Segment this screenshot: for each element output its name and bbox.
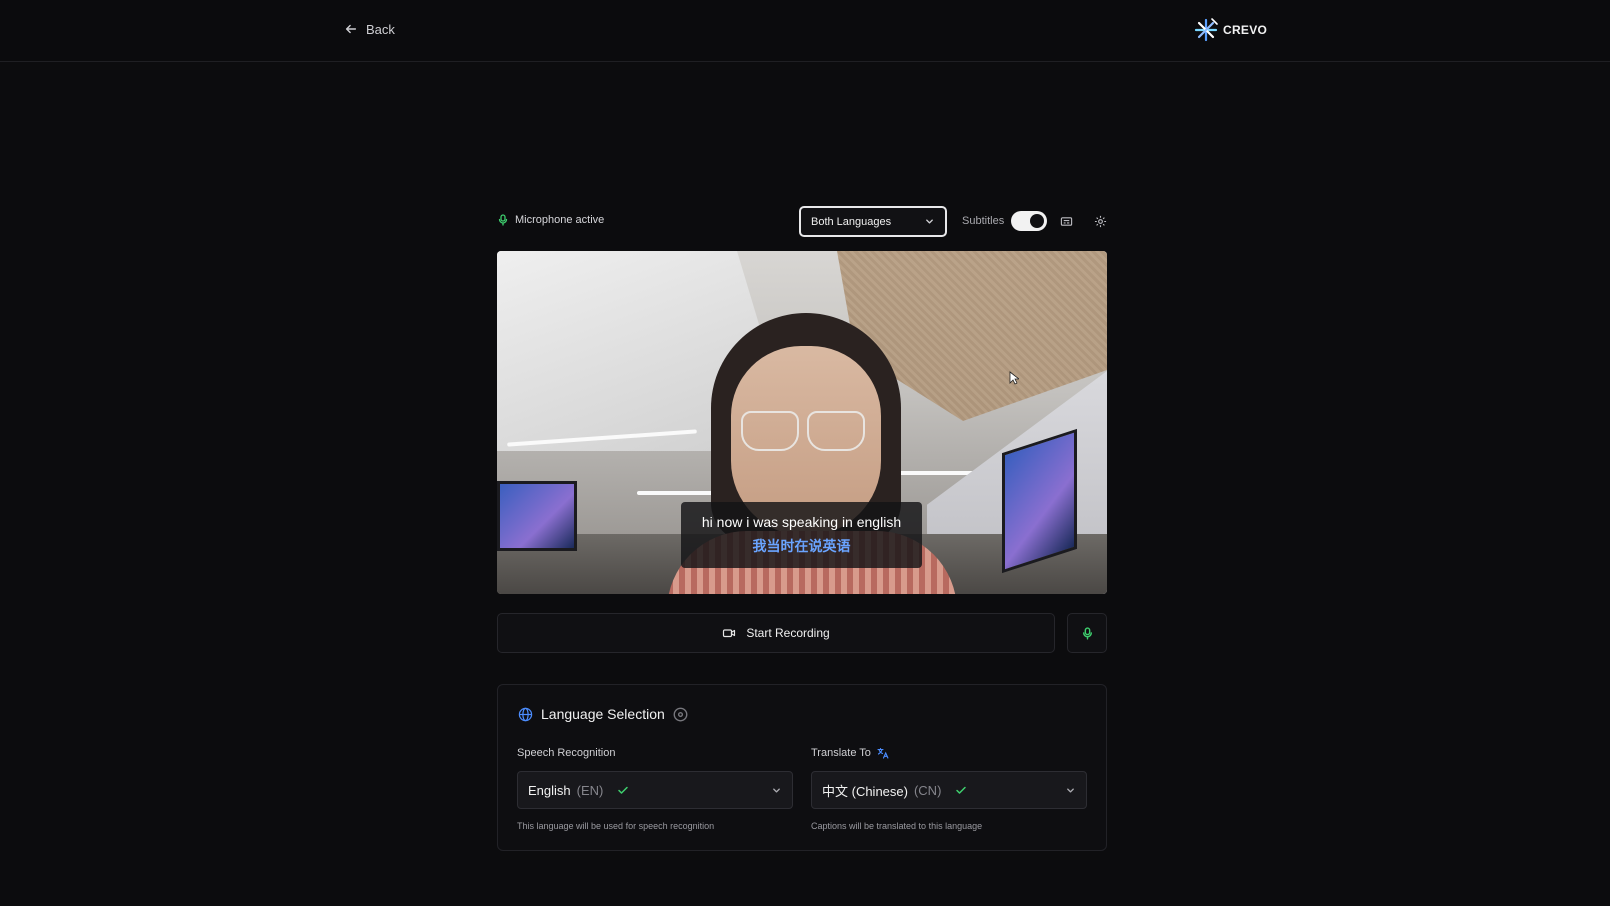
back-button[interactable]: Back <box>344 18 395 40</box>
gear-icon <box>1094 215 1106 227</box>
subtitle-mode-select[interactable]: Both Languages <box>799 206 947 237</box>
language-selection-panel: Language Selection Speech Recognition En… <box>497 684 1107 851</box>
speech-language-value: English <box>528 782 571 798</box>
captions-icon <box>1060 216 1072 226</box>
back-label: Back <box>366 21 395 37</box>
live-caption-box: hi now i was speaking in english 我当时在说英语 <box>681 502 922 568</box>
speech-language-code: (EN) <box>576 782 604 798</box>
video-controls-bar: Microphone active Both Languages Subtitl… <box>497 206 1107 238</box>
speech-recognition-label-text: Speech Recognition <box>517 747 616 759</box>
video-background-monitor <box>497 481 577 551</box>
translate-language-value: 中文 (Chinese) <box>822 783 908 799</box>
panel-title: Language Selection <box>518 706 688 722</box>
info-icon[interactable] <box>673 707 688 722</box>
video-person-glasses <box>741 411 799 451</box>
captions-button[interactable] <box>1058 213 1074 229</box>
camera-video-feed: hi now i was speaking in english 我当时在说英语 <box>497 251 1107 594</box>
video-background-monitor <box>1002 428 1077 574</box>
globe-icon <box>518 707 533 721</box>
check-icon <box>618 786 629 794</box>
check-icon <box>956 786 967 794</box>
toggle-knob <box>1030 214 1044 228</box>
start-recording-label: Start Recording <box>746 626 830 640</box>
video-person-glasses <box>807 411 865 451</box>
subtitles-label: Subtitles <box>962 215 1005 227</box>
microphone-icon <box>498 214 508 226</box>
translate-to-label-text: Translate To <box>811 747 871 759</box>
subtitles-toggle[interactable] <box>1011 211 1047 231</box>
video-camera-icon <box>723 629 736 638</box>
caption-original-text: hi now i was speaking in english <box>701 514 902 530</box>
start-recording-button[interactable]: Start Recording <box>497 613 1055 653</box>
speech-recognition-label: Speech Recognition <box>517 747 615 759</box>
mouse-cursor-icon <box>1009 371 1019 385</box>
speech-recognition-hint: This language will be used for speech re… <box>517 821 715 831</box>
settings-button[interactable] <box>1092 213 1108 229</box>
translate-icon <box>877 747 889 759</box>
chevron-down-icon <box>1067 787 1074 793</box>
speech-language-select[interactable]: English (EN) <box>517 771 793 809</box>
microphone-icon <box>1082 626 1092 640</box>
sparkle-logo-icon <box>1194 18 1218 42</box>
translate-language-code: (CN) <box>913 782 942 798</box>
subtitle-mode-value: Both Languages <box>811 215 892 228</box>
chevron-down-icon <box>926 219 933 224</box>
brand-name: CREVO <box>1223 23 1268 37</box>
top-bar: Back CREVO <box>0 0 1610 62</box>
microphone-status-label: Microphone active <box>515 214 605 226</box>
microphone-status: Microphone active <box>497 214 604 226</box>
chevron-down-icon <box>773 787 780 793</box>
brand-logo: CREVO <box>1193 16 1267 44</box>
panel-title-label: Language Selection <box>541 706 665 722</box>
translate-to-hint: Captions will be translated to this lang… <box>811 821 983 831</box>
translate-language-select[interactable]: 中文 (Chinese) (CN) <box>811 771 1087 809</box>
arrow-left-icon <box>345 24 357 34</box>
microphone-button[interactable] <box>1067 613 1107 653</box>
translate-to-label: Translate To <box>811 747 889 759</box>
caption-translated-text: 我当时在说英语 <box>752 538 851 554</box>
